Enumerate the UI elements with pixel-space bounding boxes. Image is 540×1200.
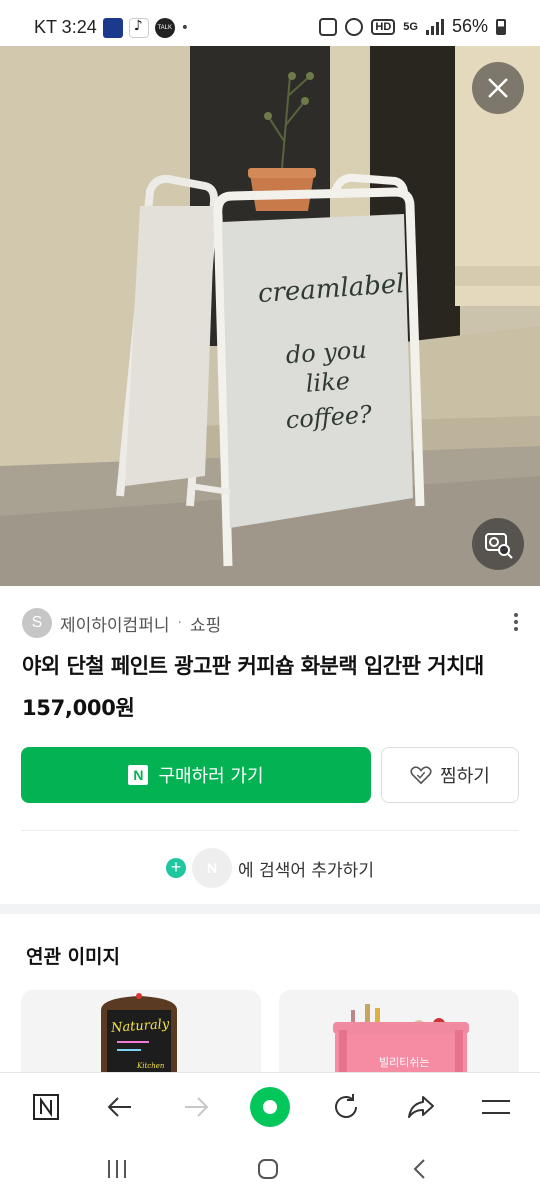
browser-toolbar — [0, 1072, 540, 1138]
menu-icon — [482, 1100, 510, 1114]
naver-home-icon — [33, 1094, 59, 1120]
product-price: 157,000원 — [22, 696, 135, 720]
add-search-label: 에 검색어 추가하기 — [238, 860, 374, 881]
app-notification-icon — [102, 17, 123, 38]
save-button-label: 찜하기 — [440, 766, 490, 787]
save-button[interactable]: 찜하기 — [381, 747, 519, 803]
naver-home-button[interactable] — [24, 1085, 68, 1129]
menu-button[interactable] — [474, 1085, 518, 1129]
image-search-icon — [485, 533, 513, 559]
buy-button[interactable]: N 구매하러 가기 — [21, 747, 371, 803]
share-button[interactable] — [399, 1085, 443, 1129]
back-arrow-icon — [107, 1097, 131, 1117]
plus-icon: + — [166, 858, 187, 878]
related-images-title: 연관 이미지 — [26, 946, 121, 968]
system-back-button[interactable] — [400, 1154, 440, 1184]
recent-apps-icon — [108, 1160, 126, 1178]
more-options-icon[interactable] — [506, 610, 526, 636]
status-bar: KT 3:24 TALK • HD 5G 56% — [0, 0, 540, 46]
battery-icon — [496, 18, 506, 35]
system-navigation-bar — [0, 1138, 540, 1200]
product-image[interactable]: creamlabel do you like coffee? — [0, 46, 540, 586]
shop-separator: · — [177, 615, 182, 631]
section-divider — [0, 904, 540, 914]
chevron-left-icon — [413, 1159, 425, 1179]
recent-apps-button[interactable] — [97, 1154, 137, 1184]
network-5g-icon: 5G — [403, 20, 418, 33]
home-button[interactable] — [248, 1154, 288, 1184]
related-1-sub: Kitchen — [136, 1062, 165, 1070]
alarm-icon — [345, 17, 364, 36]
forward-arrow-icon — [185, 1097, 209, 1117]
shop-avatar: S — [22, 608, 52, 638]
green-dot-icon — [250, 1087, 290, 1127]
close-icon — [488, 78, 508, 98]
kakaotalk-icon: TALK — [154, 17, 175, 38]
image-search-button[interactable] — [472, 518, 524, 570]
tiktok-icon — [128, 17, 149, 38]
status-right: HD 5G 56% — [319, 16, 506, 37]
shop-row[interactable]: S 제이하이컴퍼니 · 쇼핑 — [22, 608, 221, 638]
naver-pay-icon: N — [128, 765, 149, 785]
signal-icon — [425, 18, 444, 35]
product-photo: creamlabel do you like coffee? — [0, 46, 540, 586]
lock-icon — [319, 17, 338, 36]
heart-icon — [410, 766, 432, 785]
back-button[interactable] — [98, 1085, 142, 1129]
forward-button[interactable] — [174, 1085, 218, 1129]
carrier-time: KT 3:24 — [34, 17, 97, 37]
refresh-icon — [335, 1094, 357, 1118]
share-icon — [408, 1096, 434, 1118]
more-notifications-dot: • — [180, 19, 189, 36]
buy-button-label: 구매하러 가기 — [158, 766, 264, 787]
home-icon — [258, 1159, 278, 1179]
product-title: 야외 단철 페인트 광고판 커피숍 화분랙 입간판 거치대 — [22, 654, 484, 678]
related-2-sign: 빌리티쉬는 — [379, 1056, 430, 1069]
green-dot-button[interactable] — [248, 1085, 292, 1129]
naver-avatar: N — [192, 848, 233, 888]
battery-percent: 56% — [451, 16, 488, 36]
sign-text-line3: like — [305, 367, 351, 398]
hd-voice-icon: HD — [371, 18, 396, 35]
add-search-term-button[interactable]: + N 에 검색어 추가하기 — [0, 846, 540, 890]
divider — [21, 830, 519, 831]
refresh-button[interactable] — [324, 1085, 368, 1129]
sign-text-line2: do you — [285, 336, 368, 370]
status-left: KT 3:24 TALK • — [34, 17, 189, 38]
close-button[interactable] — [472, 62, 524, 114]
shop-name[interactable]: 제이하이컴퍼니 — [60, 611, 169, 636]
shop-category: 쇼핑 — [189, 615, 222, 636]
